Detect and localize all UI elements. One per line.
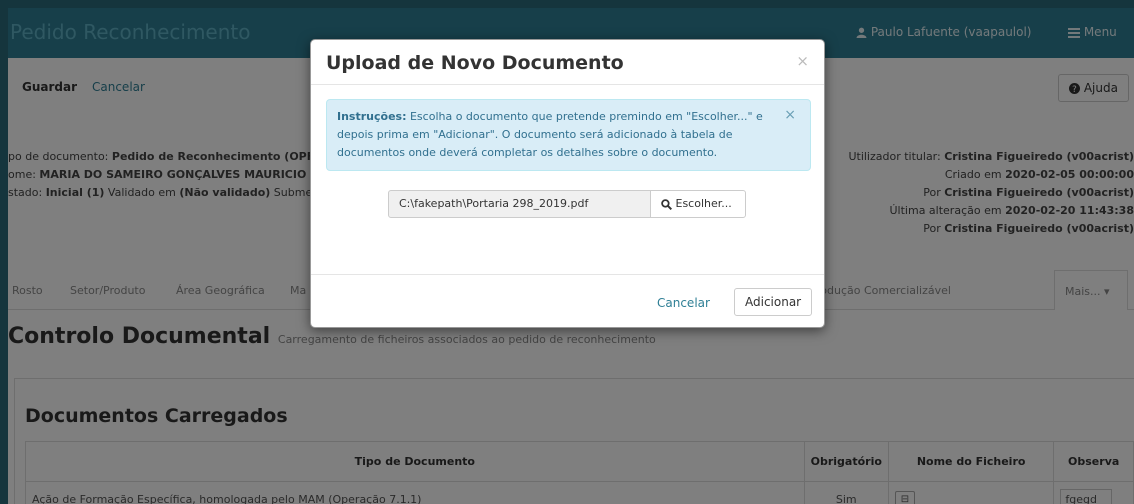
choose-file-button[interactable]: Escolher...: [650, 190, 746, 218]
upload-modal: Upload de Novo Documento × Instruções: E…: [310, 39, 825, 328]
file-path-field[interactable]: C:\fakepath\Portaria 298_2019.pdf: [388, 190, 651, 218]
alert-heading: Instruções:: [337, 110, 407, 123]
modal-cancel-link[interactable]: Cancelar: [657, 296, 710, 310]
alert-close-icon[interactable]: ×: [784, 106, 796, 124]
add-button[interactable]: Adicionar: [734, 288, 813, 316]
instructions-alert: Instruções: Escolha o documento que pret…: [326, 99, 811, 171]
choose-label: Escolher...: [675, 197, 732, 210]
modal-header: Upload de Novo Documento ×: [311, 40, 824, 85]
close-icon[interactable]: ×: [796, 52, 809, 70]
search-icon: [661, 198, 672, 210]
modal-title: Upload de Novo Documento: [326, 52, 624, 74]
modal-footer: Cancelar Adicionar: [311, 274, 824, 327]
